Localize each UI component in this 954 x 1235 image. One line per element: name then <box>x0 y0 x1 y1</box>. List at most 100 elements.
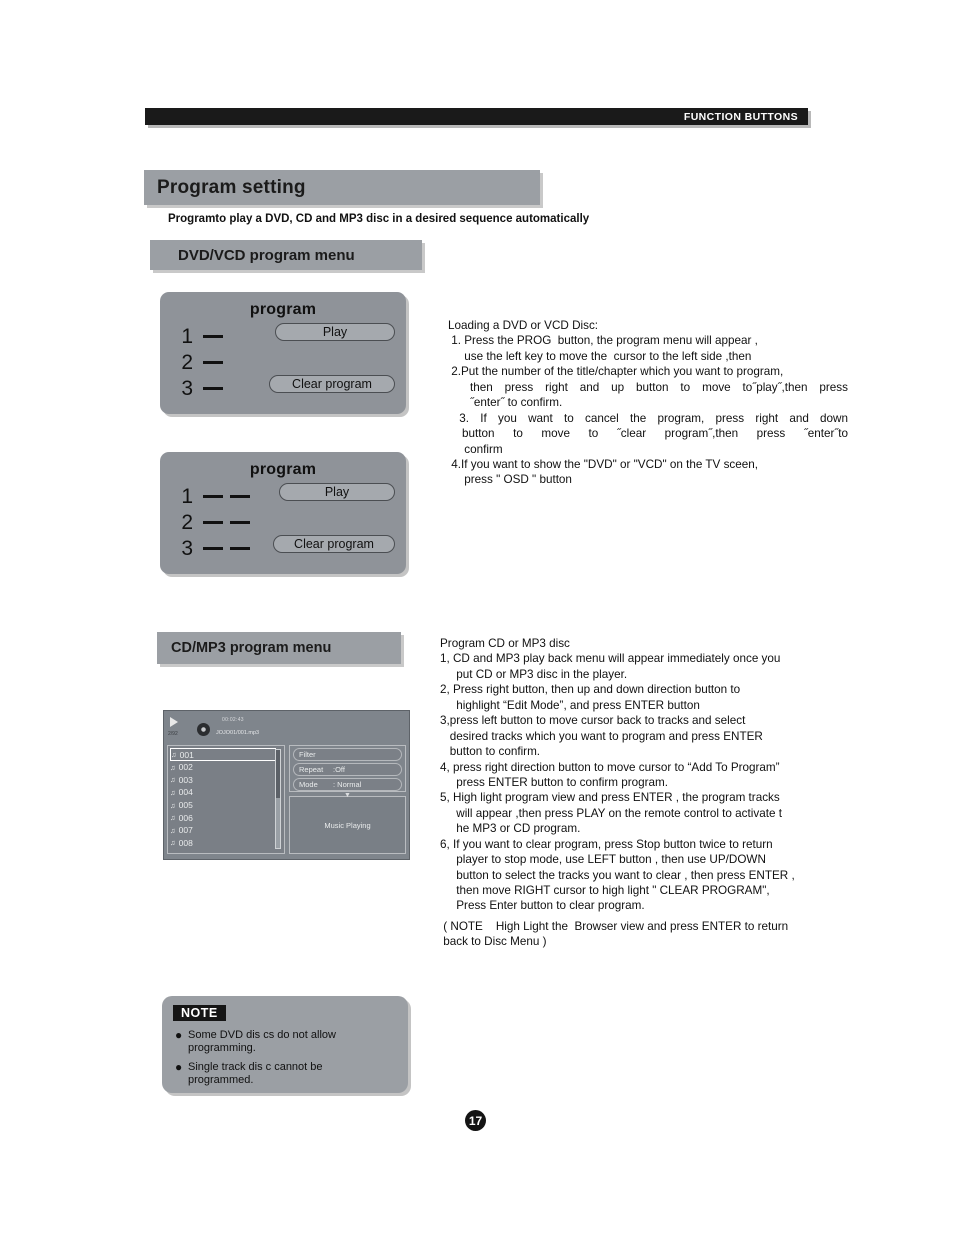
music-note-icon: ♫ <box>170 838 176 848</box>
clear-program-button[interactable]: Clear program <box>269 375 395 393</box>
mode-option[interactable]: Mode : Normal <box>293 778 402 791</box>
music-note-icon: ♫ <box>170 762 176 772</box>
note-item: ● Single track dis c cannot be programme… <box>175 1061 408 1086</box>
instruction-line: Loading a DVD or VCD Disc: <box>448 319 599 332</box>
music-note-icon: ♫ <box>170 825 176 835</box>
header-right-label: FUNCTION BUTTONS <box>683 110 798 123</box>
instruction-note-line: ( NOTE High Light the Browser view and p… <box>440 919 789 933</box>
instruction-line: put CD or MP3 disc in the player. <box>440 667 628 681</box>
list-item[interactable]: ♫ 006 <box>170 811 284 824</box>
instruction-line: press ENTER button to confirm program. <box>440 775 669 789</box>
music-note-icon: ♫ <box>170 787 176 797</box>
note-item-line: Some DVD dis cs do not allow <box>188 1029 336 1041</box>
list-item[interactable]: ♫ 005 <box>170 799 284 812</box>
dvd-vcd-banner-label: DVD/VCD program menu <box>178 246 355 264</box>
track-list[interactable]: ♫ 001 ♫ 002 ♫ 003 ♫ 004 ♫ 005 ♫ 006 ♫ 00… <box>167 745 285 854</box>
instruction-line: 2, Press right button, then up and down … <box>440 683 741 697</box>
elapsed-time: 00:02:43 <box>222 717 244 723</box>
track-label: 006 <box>178 812 193 823</box>
instruction-line: button to confirm. <box>440 745 541 759</box>
file-name: JOJO01/001.mp3 <box>216 730 260 736</box>
list-item[interactable]: ♫ 004 <box>170 786 284 799</box>
bullet-icon: ● <box>175 1028 183 1042</box>
instruction-line: then press right and up button to move t… <box>470 380 848 394</box>
cd-mp3-player-mock: 2/92 00:02:43 JOJO01/001.mp3 ♫ 001 ♫ 002… <box>163 710 410 860</box>
instruction-line: use the left key to move the cursor to t… <box>448 349 752 363</box>
instruction-line: will appear ,then press PLAY on the remo… <box>440 806 782 820</box>
program-row-number: 2 <box>181 350 193 374</box>
program-row-dashes <box>203 360 223 364</box>
filter-option[interactable]: Filter <box>293 748 402 761</box>
program-row-number: 3 <box>181 536 193 560</box>
music-note-icon: ♫ <box>170 813 176 823</box>
page-number: 17 <box>465 1110 486 1131</box>
instruction-line: 4, press right direction button to move … <box>440 760 780 774</box>
cd-mp3-banner-label: CD/MP3 program menu <box>171 640 332 656</box>
note-item-line: Single track dis c cannot be <box>188 1061 323 1074</box>
scrollbar-thumb[interactable] <box>276 750 280 798</box>
repeat-option-value: :Off <box>333 765 345 774</box>
music-note-icon: ♫ <box>171 750 177 759</box>
filter-option-key: Filter <box>299 750 316 759</box>
track-label: 003 <box>178 774 193 785</box>
note-item: ● Some DVD dis cs do not allow programmi… <box>175 1029 408 1054</box>
music-note-icon: ♫ <box>170 800 176 810</box>
program-row-number: 1 <box>181 484 193 508</box>
now-playing-label: Music Playing <box>324 820 371 830</box>
program-mock-title: program <box>249 301 317 318</box>
play-button[interactable]: Play <box>275 323 395 341</box>
instruction-line: then move RIGHT cursor to high light " C… <box>440 884 770 897</box>
instruction-line: 5, High light program view and press ENT… <box>440 791 780 805</box>
cd-mp3-instructions: Program CD or MP3 disc 1, CD and MP3 pla… <box>440 636 852 950</box>
dvd-instructions: Loading a DVD or VCD Disc: 1. Press the … <box>448 318 848 488</box>
clear-program-button[interactable]: Clear program <box>273 535 395 553</box>
dvd-vcd-banner: DVD/VCD program menu <box>150 240 422 270</box>
disc-icon <box>197 723 210 736</box>
instruction-line: 3. If you want to cancel the program, pr… <box>448 411 849 425</box>
list-item[interactable]: ♫ 001 <box>170 748 276 761</box>
track-label: 005 <box>178 800 193 811</box>
note-item-line: programming. <box>188 1041 256 1054</box>
list-item[interactable]: ♫ 002 <box>170 761 284 774</box>
program-row-dashes <box>203 386 223 390</box>
note-box: NOTE ● Some DVD dis cs do not allow prog… <box>162 996 408 1093</box>
program-row-dashes <box>203 520 250 524</box>
list-item[interactable]: ♫ 007 <box>170 824 284 837</box>
program-mock-title: program <box>249 461 317 478</box>
header-bar: FUNCTION BUTTONS <box>145 108 808 125</box>
track-counter: 2/92 <box>168 731 178 737</box>
track-label: 007 <box>178 825 193 836</box>
play-icon <box>170 717 178 727</box>
list-item[interactable]: ♫ 003 <box>170 774 284 787</box>
instruction-line: 4.If you want to show the "DVD" or "VCD"… <box>448 457 759 471</box>
play-button[interactable]: Play <box>279 483 395 501</box>
instruction-line: 1. Press the PROG button, the program me… <box>448 334 758 348</box>
section-subtitle: Programto play a DVD, CD and MP3 disc in… <box>168 213 590 225</box>
list-item[interactable]: ♫ 008 <box>170 837 284 850</box>
note-tag: NOTE <box>173 1005 226 1021</box>
instruction-line: press " OSD " button <box>448 473 572 487</box>
now-playing-panel: Music Playing <box>289 796 406 854</box>
page-title: Program setting <box>157 176 306 198</box>
cd-mp3-banner: CD/MP3 program menu <box>157 632 401 664</box>
repeat-option-key: Repeat <box>299 765 324 774</box>
track-label: 001 <box>179 749 194 760</box>
program-row-number: 1 <box>181 324 193 348</box>
instruction-line: 3,press left button to move cursor back … <box>440 714 746 728</box>
scrollbar[interactable] <box>275 749 281 849</box>
mode-option-key: Mode <box>299 780 318 789</box>
program-row-dashes <box>203 334 223 338</box>
track-label: 002 <box>178 762 193 773</box>
program-row: 2 <box>160 509 406 535</box>
page-header: FUNCTION BUTTONS <box>145 108 808 125</box>
instruction-line: he MP3 or CD program. <box>440 822 581 836</box>
dvd-program-menu-mock-1: program 1 2 3 Play Clear program <box>160 292 406 414</box>
program-row-number: 2 <box>181 510 193 534</box>
chevron-down-icon[interactable]: ▼ <box>293 792 402 799</box>
instruction-note-line: back to Disc Menu ) <box>440 935 547 949</box>
instruction-line: 2.Put the number of the title/chapter wh… <box>448 365 784 379</box>
repeat-option[interactable]: Repeat :Off <box>293 763 402 776</box>
instruction-line: highlight “Edit Mode”, and press ENTER b… <box>440 698 700 712</box>
player-options-panel: Filter Repeat :Off Mode : Normal ▼ <box>289 745 406 799</box>
instruction-line: ˝enter˝ to confirm. <box>470 396 563 410</box>
